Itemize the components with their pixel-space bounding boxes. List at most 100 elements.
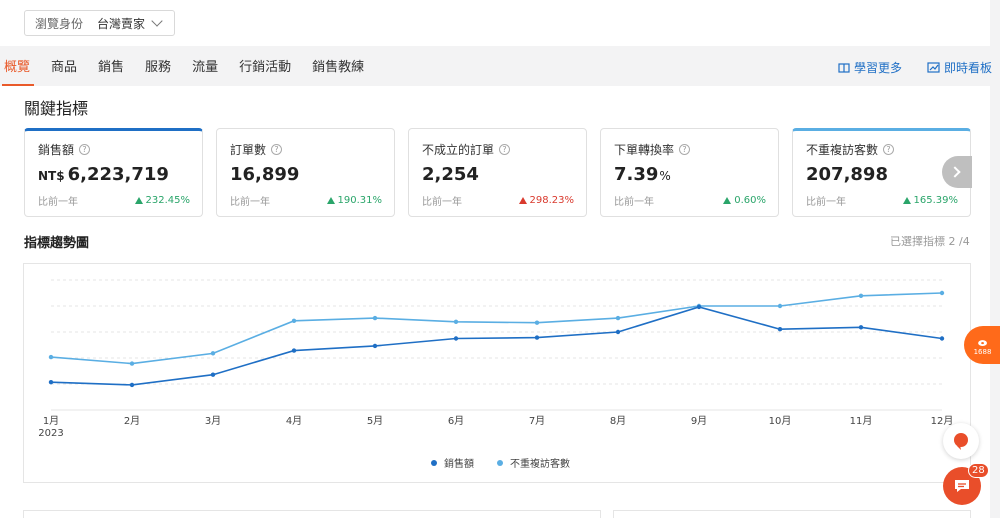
data-point[interactable]: [696, 304, 702, 310]
x-tick-label: 5月: [367, 415, 383, 427]
brand-1688-button[interactable]: ⴰ 1688: [964, 326, 1000, 364]
x-tick-label: 3月: [205, 415, 221, 427]
tab-service[interactable]: 服務: [139, 50, 177, 86]
metric-change: 165.39%: [902, 193, 958, 208]
trend-chart-svg: 1月 2月 3月 4月 5月 6月 7月 8月 9月 10月 11月 12月2023銷售額 不重複訪客數: [38, 279, 953, 470]
tab-traffic[interactable]: 流量: [186, 50, 224, 86]
metric-change: 0.60%: [723, 193, 766, 208]
data-point[interactable]: [858, 325, 864, 330]
x-tick-label: 11月: [850, 415, 873, 427]
live-board-link[interactable]: 即時看板: [927, 50, 992, 86]
data-point[interactable]: [858, 293, 864, 298]
metric-name: 不重複訪客數: [806, 143, 879, 157]
metric-card-sales[interactable]: 銷售額? NT$ 6,223,719 比前一年 232.45%: [24, 128, 203, 217]
data-point[interactable]: [129, 361, 135, 366]
triangle-up-icon: [723, 197, 732, 204]
metric-change: 232.45%: [134, 193, 190, 208]
data-point[interactable]: [615, 315, 621, 321]
metric-value: 2,254: [422, 164, 479, 185]
brand-logo-icon: ⴰ: [977, 332, 988, 350]
selected-metrics-count: 已選擇指標 2 /4: [890, 235, 970, 248]
x-tick-label: 2月: [124, 415, 140, 427]
brand-label: 1688: [973, 348, 992, 356]
help-icon[interactable]: ?: [499, 144, 511, 155]
metric-suffix: %: [659, 169, 671, 183]
trend-title: 指標趨勢圖: [24, 236, 90, 251]
metric-change: 298.23%: [518, 193, 575, 208]
tab-products[interactable]: 商品: [45, 50, 83, 86]
metric-change-value: 298.23%: [529, 195, 575, 206]
data-point[interactable]: [48, 379, 54, 385]
tab-marketing[interactable]: 行銷活動: [233, 50, 297, 86]
legend-marker: [431, 460, 437, 466]
chevron-right-icon: [949, 166, 961, 178]
top-bar: 瀏覽身份 台灣賣家: [0, 0, 990, 46]
data-point[interactable]: [939, 336, 945, 341]
metric-compare: 比前一年: [38, 197, 78, 208]
chat-icon: [955, 480, 969, 492]
identity-value: 台灣賣家: [97, 16, 146, 31]
metric-change: 190.31%: [326, 193, 383, 208]
metric-name: 不成立的訂單: [422, 143, 495, 157]
tab-sales[interactable]: 銷售: [92, 50, 130, 86]
bottom-panel-right: [613, 510, 971, 518]
data-point[interactable]: [372, 315, 378, 321]
legend-label[interactable]: 不重複訪客數: [510, 457, 570, 470]
section-title: 關鍵指標: [24, 99, 89, 118]
data-point[interactable]: [534, 320, 540, 325]
series-line: [50, 306, 943, 386]
learn-more-label: 學習更多: [854, 61, 903, 75]
data-point[interactable]: [210, 351, 216, 356]
help-icon[interactable]: ?: [271, 144, 283, 155]
data-point[interactable]: [777, 327, 783, 332]
metric-compare: 比前一年: [422, 197, 462, 208]
x-tick-label: 1月: [43, 415, 59, 427]
overview-panel: 關鍵指標 銷售額? NT$ 6,223,719 比前一年 232.45% 訂單數? …: [0, 86, 990, 518]
x-tick-label: 6月: [448, 415, 464, 427]
bottom-panel-left: [23, 510, 601, 518]
metric-value: 207,898: [806, 164, 888, 185]
learn-more-link[interactable]: 學習更多: [838, 50, 902, 86]
data-point[interactable]: [291, 348, 297, 353]
data-point[interactable]: [939, 290, 945, 296]
data-point[interactable]: [777, 303, 783, 309]
help-icon[interactable]: ?: [883, 144, 895, 155]
metric-name: 訂單數: [230, 143, 267, 157]
identity-select[interactable]: 瀏覽身份 台灣賣家: [24, 10, 175, 36]
help-icon[interactable]: ?: [79, 144, 91, 155]
triangle-up-icon: [518, 197, 527, 204]
metric-name: 銷售額: [38, 143, 75, 157]
x-tick-label: 8月: [610, 415, 626, 427]
metric-change-value: 190.31%: [337, 195, 383, 206]
help-icon[interactable]: ?: [679, 144, 691, 155]
legend-marker: [497, 460, 503, 466]
metric-prefix: NT$: [38, 169, 65, 183]
data-point[interactable]: [372, 343, 378, 349]
metric-change-value: 0.60%: [734, 195, 766, 206]
data-point[interactable]: [210, 372, 216, 377]
triangle-up-icon: [902, 197, 911, 204]
metric-card-orders[interactable]: 訂單數? 16,899 比前一年 190.31%: [216, 128, 395, 217]
metric-card-conversion[interactable]: 下單轉換率? 7.39% 比前一年 0.60%: [600, 128, 779, 217]
cards-next-button[interactable]: [942, 156, 972, 188]
book-icon: [838, 63, 850, 73]
data-point[interactable]: [453, 319, 459, 324]
metric-value: 7.39: [614, 164, 659, 185]
data-point[interactable]: [615, 329, 621, 335]
metric-compare: 比前一年: [614, 197, 654, 208]
x-tick-label: 4月: [286, 415, 302, 427]
data-point[interactable]: [291, 318, 297, 324]
data-point[interactable]: [534, 335, 540, 340]
data-point[interactable]: [48, 354, 54, 360]
metric-card-failed-orders[interactable]: 不成立的訂單? 2,254 比前一年 298.23%: [408, 128, 587, 217]
data-point[interactable]: [453, 336, 459, 341]
triangle-up-icon: [326, 197, 335, 204]
tab-sales-coach[interactable]: 銷售教練: [306, 50, 370, 86]
legend-label[interactable]: 銷售額: [444, 457, 474, 470]
assistant-button[interactable]: [943, 423, 979, 459]
x-tick-label: 9月: [691, 415, 707, 427]
data-point[interactable]: [129, 382, 135, 388]
chevron-down-icon: [151, 14, 163, 27]
tab-overview[interactable]: 概覽: [0, 50, 36, 86]
live-board-label: 即時看板: [944, 61, 993, 75]
